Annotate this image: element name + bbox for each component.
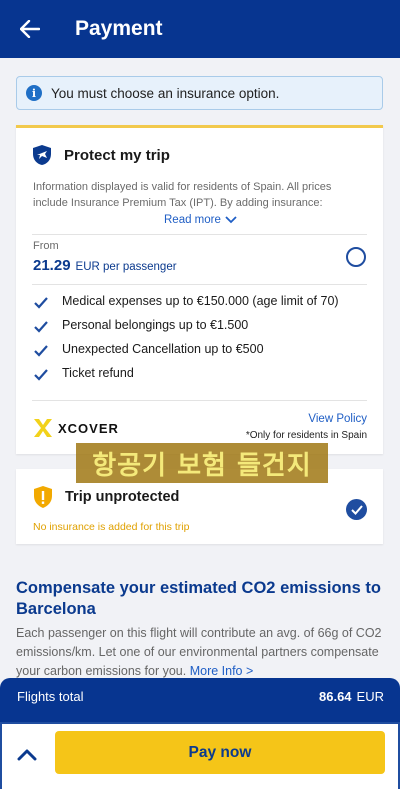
benefit-text: Personal belongings up to €1.500	[62, 318, 249, 332]
total-amount: 86.64	[319, 689, 352, 704]
benefit-item: Unexpected Cancellation up to €500	[33, 342, 367, 359]
expand-summary-button[interactable]	[8, 732, 46, 776]
info-icon: i	[26, 85, 42, 101]
app-header: Payment	[0, 0, 400, 58]
co2-title: Compensate your estimated CO2 emissions …	[16, 579, 381, 618]
back-button[interactable]	[0, 0, 60, 58]
check-icon	[34, 321, 48, 333]
unprotected-note: No insurance is added for this trip	[33, 521, 190, 533]
check-icon	[34, 369, 48, 381]
check-icon	[34, 345, 48, 357]
divider	[32, 284, 367, 285]
benefit-item: Medical expenses up to €150.000 (age lim…	[33, 294, 367, 311]
divider	[32, 234, 367, 235]
read-more-label: Read more	[164, 214, 221, 226]
from-label: From	[33, 240, 59, 252]
benefit-text: Unexpected Cancellation up to €500	[62, 342, 264, 356]
insurance-description: Information displayed is valid for resid…	[33, 181, 332, 209]
checkout-bar: Flights total 86.64 EUR Pay now	[0, 678, 400, 789]
unprotected-header: Trip unprotected	[33, 485, 179, 509]
unprotected-title: Trip unprotected	[65, 489, 180, 505]
warning-shield-icon	[34, 486, 52, 508]
check-icon	[34, 297, 48, 309]
pay-now-button[interactable]: Pay now	[55, 731, 385, 774]
chevron-up-icon	[17, 749, 37, 760]
co2-compensation-section: Compensate your estimated CO2 emissions …	[16, 578, 384, 681]
protect-trip-title: Protect my trip	[64, 146, 170, 164]
insurance-price: 21.29	[33, 257, 71, 274]
xcover-logo: XCOVER	[33, 418, 119, 438]
protect-trip-option[interactable]: Protect my trip Information displayed is…	[16, 125, 383, 454]
benefit-text: Medical expenses up to €150.000 (age lim…	[62, 294, 339, 308]
total-currency: EUR	[356, 689, 384, 704]
divider	[32, 400, 367, 401]
benefits-list: Medical expenses up to €150.000 (age lim…	[33, 294, 367, 390]
price-row: 21.29 EUR per passenger	[33, 257, 177, 274]
overlay-caption: 항공기 보험 들건지	[76, 443, 328, 483]
chevron-down-icon	[225, 216, 237, 224]
notice-text: You must choose an insurance option.	[51, 85, 280, 101]
benefit-item: Ticket refund	[33, 366, 367, 383]
provider-name: XCOVER	[58, 420, 119, 436]
flights-total-value: 86.64 EUR	[319, 689, 384, 704]
benefit-text: Ticket refund	[62, 366, 134, 380]
co2-body: Each passenger on this flight will contr…	[16, 624, 384, 681]
flights-total-label: Flights total	[17, 689, 84, 704]
check-icon	[350, 504, 363, 515]
page-title: Payment	[75, 17, 163, 40]
more-info-link[interactable]: More Info >	[190, 664, 254, 678]
arrow-left-icon	[20, 20, 40, 38]
protect-trip-header: Protect my trip	[32, 144, 170, 166]
insurance-required-notice: i You must choose an insurance option.	[16, 76, 383, 110]
read-more-link[interactable]: Read more	[164, 214, 237, 226]
price-unit: EUR per passenger	[75, 261, 177, 273]
unprotected-radio-selected[interactable]	[346, 499, 367, 520]
benefit-item: Personal belongings up to €1.500	[33, 318, 367, 335]
view-policy-link[interactable]: View Policy	[308, 413, 367, 425]
residents-note: *Only for residents in Spain	[245, 430, 367, 441]
action-strip: Pay now	[0, 722, 400, 789]
shield-plane-icon	[33, 145, 51, 165]
protect-trip-radio[interactable]	[346, 247, 366, 267]
xcover-x-icon	[34, 419, 52, 437]
